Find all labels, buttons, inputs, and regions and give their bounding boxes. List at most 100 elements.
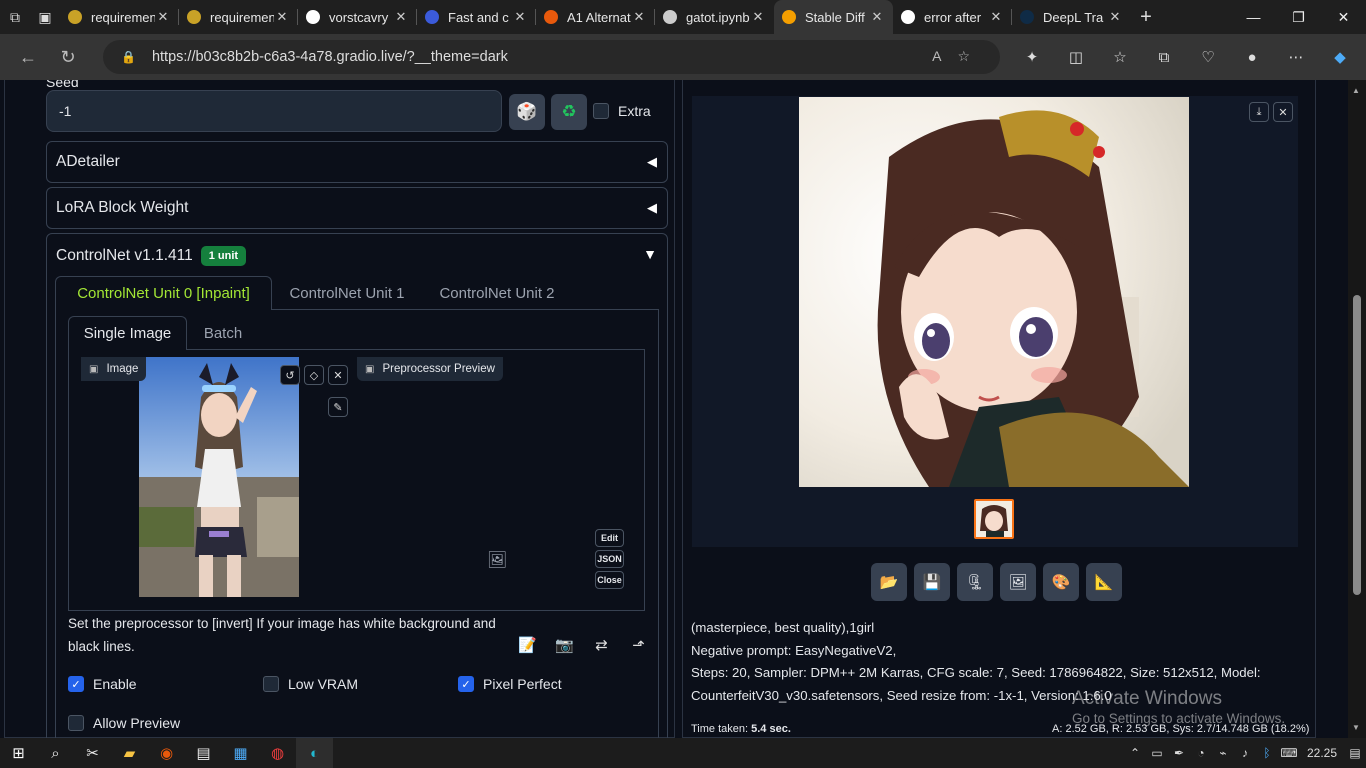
bluetooth-icon[interactable]: ᛒ <box>1256 746 1278 760</box>
tray-chevron-icon[interactable]: ⌃ <box>1124 746 1146 760</box>
read-aloud-favorite-icons[interactable]: A☆ <box>932 48 986 65</box>
random-seed-button[interactable]: 🎲 <box>509 94 545 130</box>
close-tab-icon[interactable]: ✕ <box>155 9 171 25</box>
zip-icon[interactable]: 🗜 <box>957 563 993 601</box>
file-explorer-icon[interactable]: ▰ <box>111 738 148 768</box>
pixel-perfect-checkbox[interactable]: ✓ Pixel Perfect <box>458 676 562 692</box>
download-icon[interactable]: ⤓ <box>1249 102 1269 122</box>
tab-controlnet-unit-1[interactable]: ControlNet Unit 1 <box>277 276 417 310</box>
usb-icon[interactable]: ⌁ <box>1212 746 1234 760</box>
edge-icon[interactable]: ◐ <box>296 738 333 768</box>
tab-single-image[interactable]: Single Image <box>68 316 187 350</box>
back-icon[interactable]: ← <box>8 34 48 80</box>
close-button[interactable]: Close <box>595 571 624 589</box>
performance-icon[interactable]: ♡ <box>1186 48 1230 66</box>
controlnet-input-image[interactable] <box>139 357 299 597</box>
tab-controlnet-unit-2[interactable]: ControlNet Unit 2 <box>427 276 567 310</box>
network-icon[interactable]: ◔ <box>1190 746 1212 760</box>
maximize-icon[interactable]: ❐ <box>1276 0 1321 34</box>
app-icon[interactable]: ◉ <box>148 738 185 768</box>
tab-actions-icon[interactable]: ▣ <box>30 0 60 34</box>
gallery-thumbnail[interactable] <box>974 499 1014 539</box>
json-button[interactable]: JSON <box>595 550 624 568</box>
keyboard-icon[interactable]: ⌨ <box>1278 746 1300 760</box>
windows-start-icon[interactable]: ⊞ <box>0 738 37 768</box>
extra-checkbox[interactable]: Extra <box>593 103 651 119</box>
pen-icon[interactable]: ✒ <box>1168 746 1190 760</box>
browser-tab[interactable]: error after ✕ <box>893 0 1012 34</box>
browser-tab[interactable]: gatot.ipynb ✕ <box>655 0 774 34</box>
save-icon[interactable]: 💾 <box>914 563 950 601</box>
workspaces-icon[interactable]: ⧉ <box>0 0 30 34</box>
browser-tab-active[interactable]: Stable Diff ✕ <box>774 0 893 34</box>
split-screen-icon[interactable]: ◫ <box>1054 48 1098 66</box>
favicon-icon <box>425 10 439 24</box>
low-vram-checkbox[interactable]: Low VRAM <box>263 676 358 692</box>
browser-tab[interactable]: requirements✕ <box>60 0 179 34</box>
send-dimensions-icon[interactable]: ⬏ <box>620 636 657 654</box>
camera-icon[interactable]: 📷 <box>546 636 583 654</box>
close-tab-icon[interactable]: ✕ <box>393 9 409 25</box>
favorites-icon[interactable]: ☆ <box>1098 48 1142 66</box>
monitor-icon[interactable]: ▭ <box>1146 746 1168 760</box>
notepad-icon[interactable]: 📝 <box>509 636 546 654</box>
expand-triangle-icon[interactable]: ▼ <box>643 246 657 262</box>
close-tab-icon[interactable]: ✕ <box>1107 9 1123 25</box>
search-icon[interactable]: ⌕ <box>37 738 74 768</box>
swap-icon[interactable]: ⇄ <box>583 636 620 654</box>
allow-preview-checkbox[interactable]: Allow Preview <box>68 715 180 731</box>
close-tab-icon[interactable]: ✕ <box>274 9 290 25</box>
refresh-icon[interactable]: ↻ <box>48 34 88 80</box>
more-menu-icon[interactable]: ⋯ <box>1274 48 1318 66</box>
seed-input[interactable]: -1 <box>46 90 502 132</box>
close-gallery-icon[interactable]: ✕ <box>1273 102 1293 122</box>
generated-anime-girl <box>799 97 1189 487</box>
volume-icon[interactable]: ♪ <box>1234 746 1256 760</box>
close-tab-icon[interactable]: ✕ <box>988 9 1004 25</box>
minimize-icon[interactable]: — <box>1231 0 1276 34</box>
close-tab-icon[interactable]: ✕ <box>750 9 766 25</box>
clear-image-icon[interactable]: ✕ <box>328 365 348 385</box>
close-tab-icon[interactable]: ✕ <box>512 9 528 25</box>
send-to-img2img-icon[interactable]: 🖼 <box>1000 563 1036 601</box>
browser-tab[interactable]: requirements✕ <box>179 0 298 34</box>
profile-avatar-icon[interactable]: ● <box>1230 49 1274 66</box>
page-scrollbar[interactable]: ▲ ▼ <box>1348 80 1366 738</box>
browser-tab[interactable]: vorstcavry ✕ <box>298 0 417 34</box>
brush-icon[interactable]: ✎ <box>328 397 348 417</box>
browser-tab[interactable]: Fast and c ✕ <box>417 0 536 34</box>
news-icon[interactable]: ▦ <box>222 738 259 768</box>
url-field[interactable]: 🔒 https://b03c8b2b-c6a3-4a78.gradio.live… <box>103 40 1000 74</box>
close-tab-icon[interactable]: ✕ <box>631 9 647 25</box>
send-to-extras-icon[interactable]: 📐 <box>1086 563 1122 601</box>
send-to-inpaint-icon[interactable]: 🎨 <box>1043 563 1079 601</box>
browser-tab[interactable]: DeepL Tra ✕ <box>1012 0 1131 34</box>
lora-block-weight-accordion[interactable]: LoRA Block Weight ◀ <box>46 187 668 229</box>
open-folder-icon[interactable]: 📂 <box>871 563 907 601</box>
browser-tab[interactable]: A1 Alternat ✕ <box>536 0 655 34</box>
new-tab-icon[interactable]: + <box>1131 6 1161 29</box>
capcut-icon[interactable]: ✂ <box>74 738 111 768</box>
image-tool-buttons: 📝 📷 ⇄ ⬏ <box>509 636 657 654</box>
chrome-icon[interactable]: ◍ <box>259 738 296 768</box>
generated-image[interactable] <box>799 97 1189 487</box>
collections-icon[interactable]: ⧉ <box>1142 49 1186 66</box>
copilot-icon[interactable]: ◆ <box>1318 48 1362 66</box>
close-window-icon[interactable]: ✕ <box>1321 0 1366 34</box>
enable-checkbox[interactable]: ✓ Enable <box>68 676 137 692</box>
adetailer-accordion[interactable]: ADetailer ◀ <box>46 141 668 183</box>
tab-batch[interactable]: Batch <box>192 316 254 350</box>
tab-controlnet-unit-0[interactable]: ControlNet Unit 0 [Inpaint] <box>55 276 272 310</box>
controlnet-header[interactable]: ControlNet v1.1.411 1 unit <box>56 246 247 266</box>
terminal-icon[interactable]: ▤ <box>185 738 222 768</box>
seed-label: Seed <box>46 80 79 90</box>
close-tab-icon[interactable]: ✕ <box>869 9 885 25</box>
eraser-icon[interactable]: ◇ <box>304 365 324 385</box>
clock[interactable]: 22.25 <box>1300 746 1344 760</box>
edit-button[interactable]: Edit <box>595 529 624 547</box>
undo-icon[interactable]: ↺ <box>280 365 300 385</box>
image-icon: ▣ <box>89 363 99 375</box>
extensions-icon[interactable]: ✦ <box>1010 48 1054 66</box>
reuse-seed-button[interactable]: ♻ <box>551 94 587 130</box>
notifications-icon[interactable]: ▤ <box>1344 746 1366 760</box>
